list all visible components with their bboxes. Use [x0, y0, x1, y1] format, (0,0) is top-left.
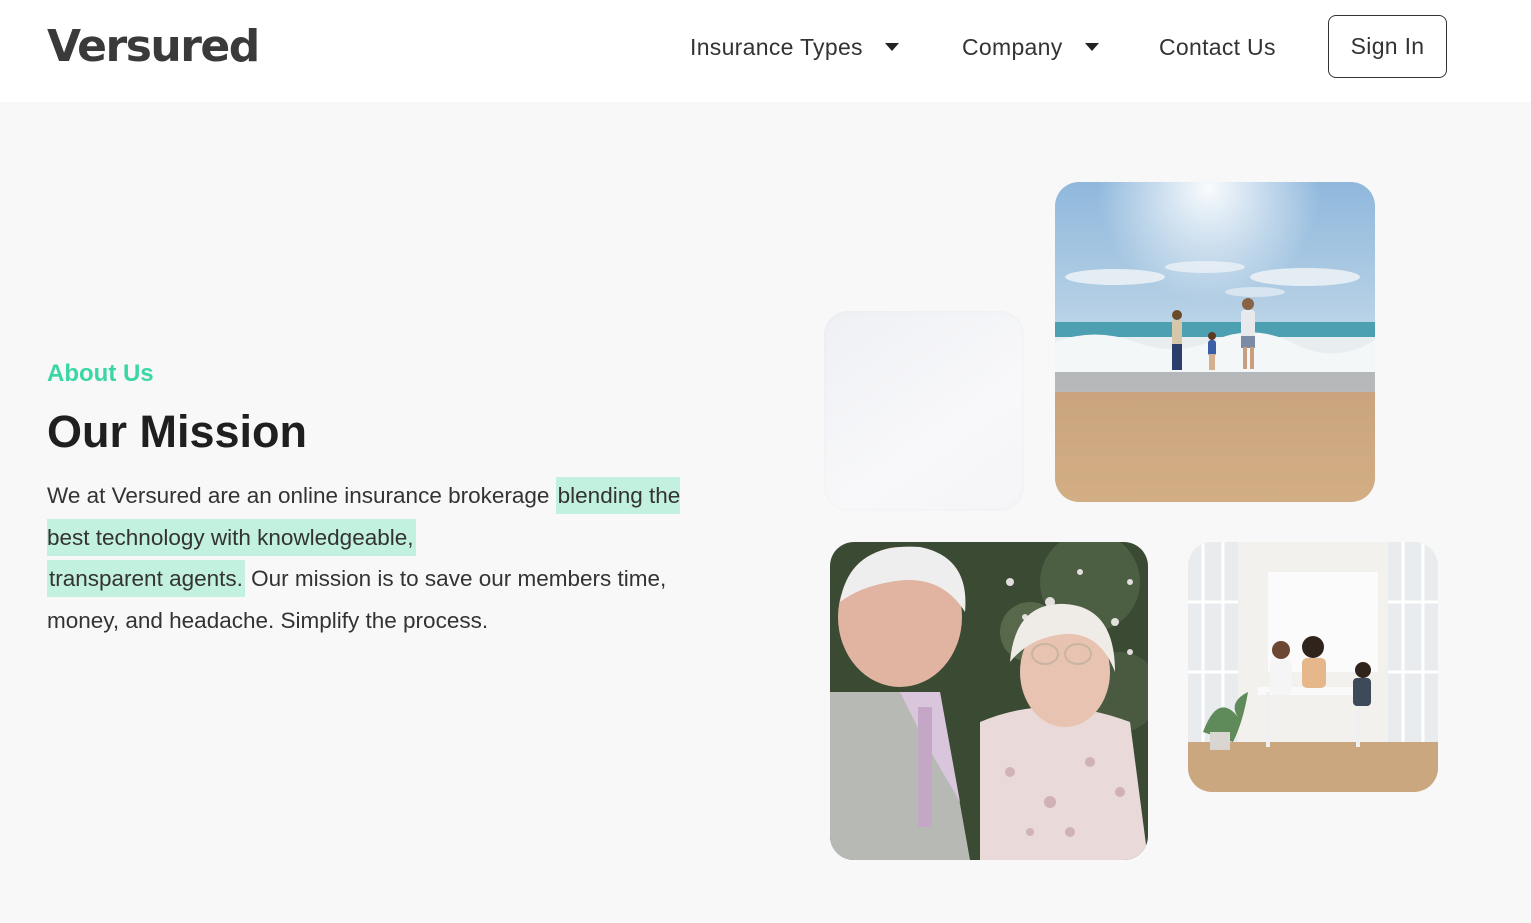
- nav-company-label: Company: [962, 33, 1063, 60]
- decorative-placeholder-tile: [824, 311, 1024, 511]
- sign-in-button[interactable]: Sign In: [1328, 15, 1447, 78]
- versured-logo[interactable]: Versured: [47, 22, 260, 72]
- mission-paragraph: We at Versured are an online insurance b…: [47, 475, 687, 641]
- site-header: Versured Insurance Types Company Contact…: [0, 0, 1531, 102]
- nav-company[interactable]: Company: [962, 30, 1099, 64]
- section-eyebrow: About Us: [47, 360, 154, 387]
- nav-contact-us-label: Contact Us: [1159, 33, 1276, 60]
- nav-insurance-types-label: Insurance Types: [690, 33, 863, 60]
- family-at-beach-photo: [1055, 182, 1375, 502]
- mission-highlight-2: transparent agents.: [47, 560, 245, 597]
- chevron-down-icon: [1084, 43, 1099, 51]
- family-dining-photo: [1188, 542, 1438, 792]
- page-title: Our Mission: [47, 406, 308, 457]
- senior-couple-photo: [830, 542, 1148, 860]
- nav-contact-us[interactable]: Contact Us: [1159, 30, 1276, 64]
- mission-text-start: We at Versured are an online insurance b…: [47, 483, 556, 508]
- nav-insurance-types[interactable]: Insurance Types: [690, 30, 899, 64]
- chevron-down-icon: [884, 43, 899, 51]
